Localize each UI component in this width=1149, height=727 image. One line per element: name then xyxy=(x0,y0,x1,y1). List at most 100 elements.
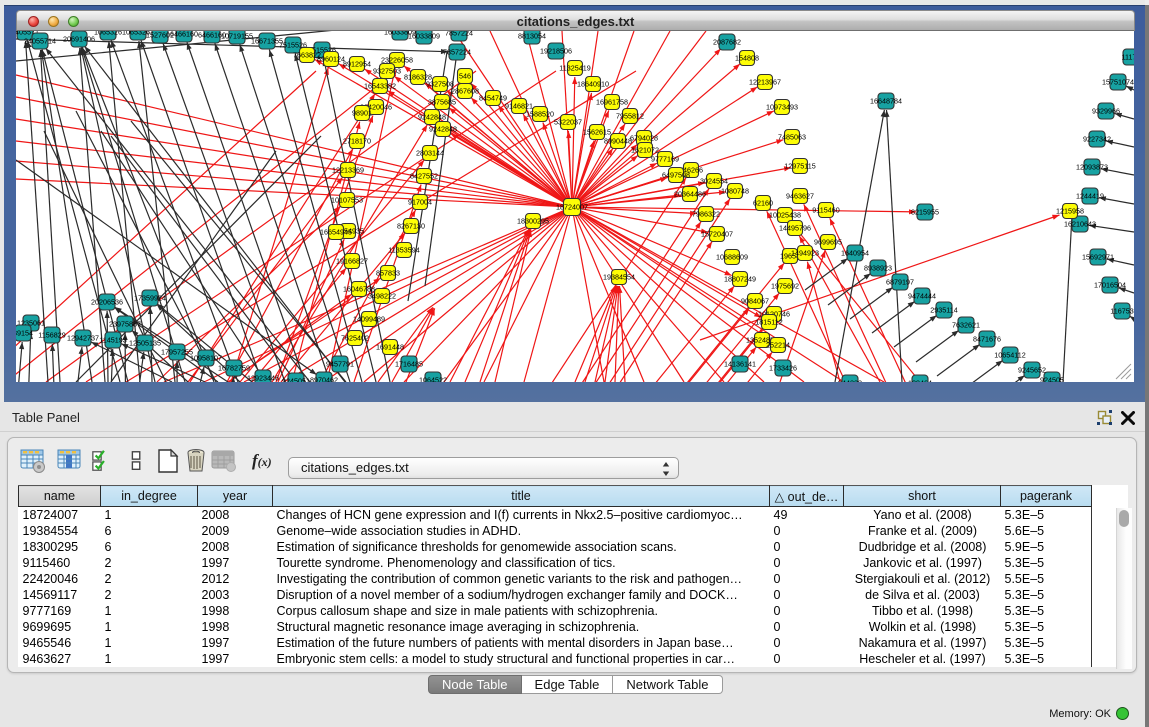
svg-text:9084067: 9084067 xyxy=(741,296,769,305)
svg-text:9227342: 9227342 xyxy=(1083,134,1111,143)
svg-text:917004: 917004 xyxy=(408,197,432,206)
svg-text:19218506: 19218506 xyxy=(540,46,572,55)
svg-text:9463627: 9463627 xyxy=(786,191,814,200)
svg-text:1145193: 1145193 xyxy=(99,335,126,344)
svg-text:8960124: 8960124 xyxy=(317,54,345,63)
svg-text:10958107: 10958107 xyxy=(190,353,222,362)
svg-text:62160: 62160 xyxy=(753,198,773,207)
svg-text:9115460: 9115460 xyxy=(812,205,839,214)
svg-text:11175: 11175 xyxy=(1122,52,1134,61)
svg-text:8912954: 8912954 xyxy=(343,59,371,68)
svg-text:16648784: 16648784 xyxy=(870,96,902,105)
svg-text:10719155: 10719155 xyxy=(221,31,253,40)
svg-text:3024554: 3024554 xyxy=(700,176,728,185)
svg-text:16654945: 16654945 xyxy=(320,227,352,236)
svg-text:8471676: 8471676 xyxy=(973,334,1001,343)
svg-text:3875685: 3875685 xyxy=(428,97,456,106)
svg-text:12505135: 12505135 xyxy=(129,338,161,347)
svg-text:944233: 944233 xyxy=(838,378,862,382)
svg-text:20691406: 20691406 xyxy=(63,34,95,43)
svg-text:10688609: 10688609 xyxy=(716,252,748,261)
svg-text:18807249: 18807249 xyxy=(724,274,756,283)
svg-text:9699695: 9699695 xyxy=(814,237,842,246)
svg-text:8215955: 8215955 xyxy=(911,207,939,216)
svg-text:98901: 98901 xyxy=(352,108,372,117)
svg-text:7986322: 7986322 xyxy=(692,209,720,218)
svg-text:924505: 924505 xyxy=(1040,375,1064,382)
svg-text:14136141: 14136141 xyxy=(724,359,756,368)
svg-text:8454749: 8454749 xyxy=(479,93,507,102)
svg-text:16543382: 16543382 xyxy=(364,81,396,90)
svg-text:12213369: 12213369 xyxy=(332,165,364,174)
svg-text:2803144: 2803144 xyxy=(416,148,444,157)
svg-text:1733426: 1733426 xyxy=(769,363,797,372)
svg-text:11353594: 11353594 xyxy=(388,245,419,254)
svg-text:7632621: 7632621 xyxy=(952,320,980,329)
svg-text:12923446: 12923446 xyxy=(247,373,279,382)
svg-text:8427552: 8427552 xyxy=(410,171,438,180)
svg-text:12942737: 12942737 xyxy=(67,333,99,342)
svg-text:19166827: 19166827 xyxy=(336,256,368,265)
svg-text:9245051: 9245051 xyxy=(282,376,310,382)
svg-text:23975887: 23975887 xyxy=(109,319,141,328)
svg-text:20364486: 20364486 xyxy=(674,189,706,198)
svg-text:8970462: 8970462 xyxy=(310,375,338,382)
svg-text:2867608: 2867608 xyxy=(451,86,479,95)
svg-text:10025438: 10025438 xyxy=(769,210,801,219)
svg-text:16961758: 16961758 xyxy=(596,97,628,106)
svg-text:1494923: 1494923 xyxy=(791,248,819,257)
svg-text:7485063: 7485063 xyxy=(778,132,806,141)
svg-text:8267130: 8267130 xyxy=(397,221,425,230)
svg-text:1244419: 1244419 xyxy=(1076,191,1104,200)
svg-text:12213967: 12213967 xyxy=(749,77,781,86)
svg-text:11325419: 11325419 xyxy=(559,63,590,72)
svg-text:15720407: 15720407 xyxy=(701,229,733,238)
svg-text:3498222: 3498222 xyxy=(368,291,396,300)
svg-text:9777169: 9777169 xyxy=(651,154,679,163)
svg-text:116753: 116753 xyxy=(1110,306,1133,315)
svg-text:10654112: 10654112 xyxy=(994,350,1025,359)
svg-text:15751074: 15751074 xyxy=(1102,77,1134,86)
svg-text:1975692: 1975692 xyxy=(771,281,799,290)
svg-text:1815112: 1815112 xyxy=(755,317,782,326)
svg-text:17359924: 17359924 xyxy=(134,293,166,302)
svg-text:1215958: 1215958 xyxy=(1056,206,1084,215)
svg-text:2718170: 2718170 xyxy=(343,136,371,145)
svg-text:17957255: 17957255 xyxy=(161,347,193,356)
svg-text:9242848: 9242848 xyxy=(418,112,446,121)
svg-text:1065326: 1065326 xyxy=(94,31,122,36)
svg-text:6466160: 6466160 xyxy=(170,31,198,38)
svg-text:7857224: 7857224 xyxy=(443,47,471,56)
svg-text:5322037: 5322037 xyxy=(554,117,582,126)
svg-text:8990448: 8990448 xyxy=(604,136,632,145)
svg-text:18724007: 18724007 xyxy=(556,202,588,211)
svg-text:12093873: 12093873 xyxy=(1076,162,1108,171)
svg-text:857833: 857833 xyxy=(376,268,400,277)
svg-text:1156829: 1156829 xyxy=(38,330,65,339)
svg-text:17016504: 17016504 xyxy=(1094,280,1126,289)
svg-text:1080748: 1080748 xyxy=(721,186,749,195)
svg-text:14099489: 14099489 xyxy=(353,314,385,323)
svg-text:19384554: 19384554 xyxy=(603,272,635,281)
svg-text:16782759: 16782759 xyxy=(218,363,250,372)
svg-text:12975115: 12975115 xyxy=(784,161,815,170)
svg-text:39154: 39154 xyxy=(16,328,33,337)
svg-text:1562615: 1562615 xyxy=(583,127,611,136)
svg-text:10973493: 10973493 xyxy=(766,102,798,111)
svg-text:14495796: 14495796 xyxy=(779,223,811,232)
svg-text:9242848: 9242848 xyxy=(429,124,457,133)
svg-text:7955812: 7955812 xyxy=(616,111,644,120)
svg-text:1588520: 1588520 xyxy=(526,109,554,118)
svg-text:1640954: 1640954 xyxy=(841,248,869,257)
svg-text:6497508: 6497508 xyxy=(662,170,690,179)
svg-text:1691448: 1691448 xyxy=(376,342,404,351)
svg-text:546: 546 xyxy=(459,71,471,80)
svg-text:9245652: 9245652 xyxy=(1018,365,1046,374)
svg-text:16033809: 16033809 xyxy=(408,31,440,40)
svg-text:2935114: 2935114 xyxy=(930,305,957,314)
svg-text:2087682: 2087682 xyxy=(713,37,741,46)
svg-text:7625402: 7625402 xyxy=(341,333,369,342)
svg-text:16210643: 16210643 xyxy=(1064,219,1096,228)
svg-text:9327503: 9327503 xyxy=(373,66,401,75)
svg-text:8938923: 8938923 xyxy=(864,263,892,272)
